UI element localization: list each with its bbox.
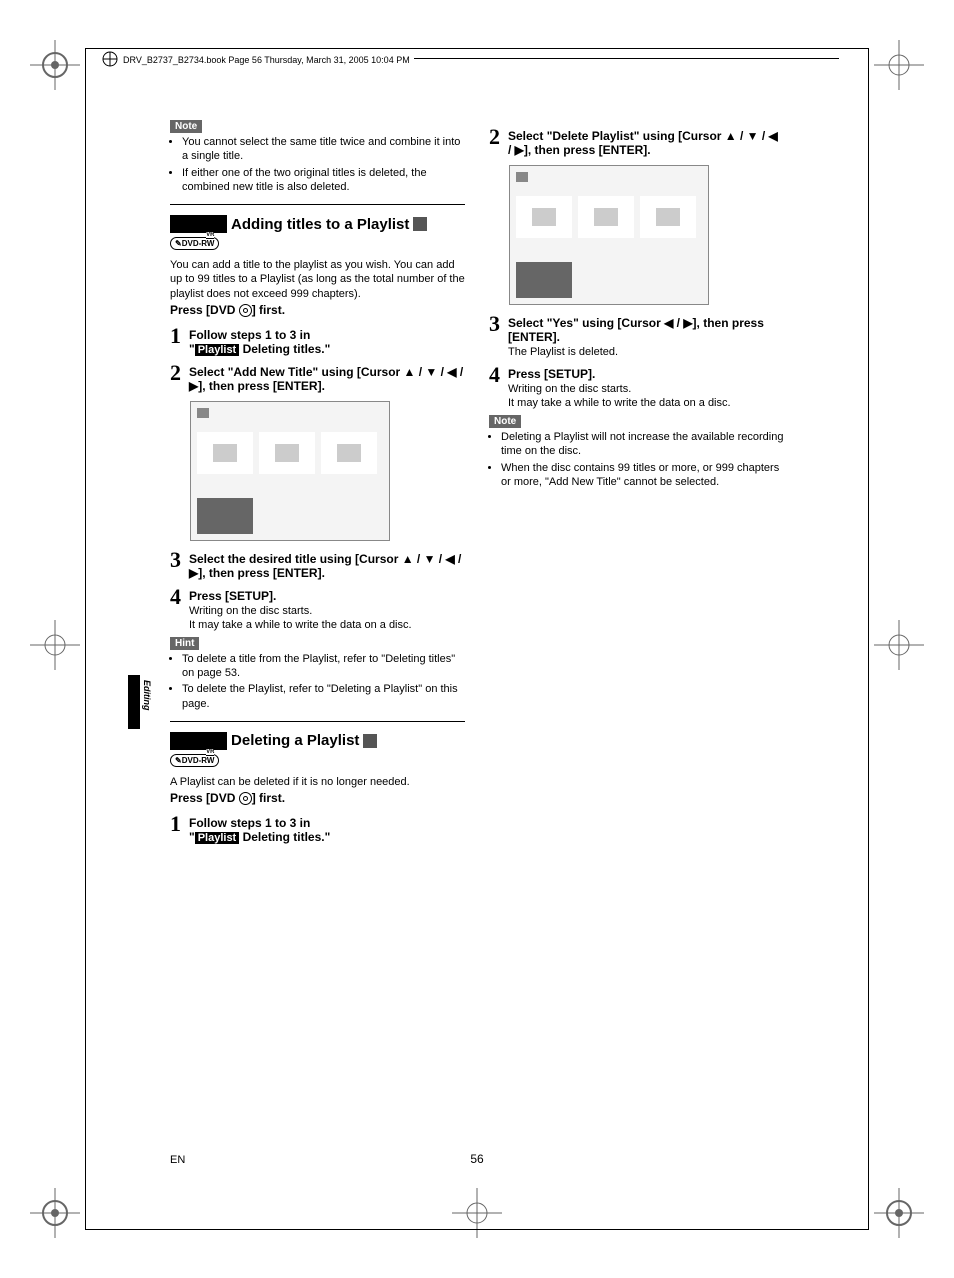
thumbnail	[321, 432, 377, 474]
note-list: You cannot select the same title twice a…	[170, 135, 465, 194]
book-icon	[101, 50, 119, 68]
vr-label: VR	[206, 749, 214, 756]
step-text: Select the desired title using [Cursor ▲…	[189, 549, 465, 580]
dvd-rw-text: DVD-RW	[182, 756, 215, 765]
crop-mark-icon	[874, 40, 924, 90]
divider	[170, 721, 465, 722]
step-subtext: Writing on the disc starts.	[508, 383, 784, 395]
side-tab-label: Editing	[142, 680, 152, 711]
step-text: Select "Add New Title" using [Cursor ▲ /…	[189, 362, 465, 393]
crop-mark-icon	[30, 40, 80, 90]
thumbnail-selected	[516, 262, 572, 298]
divider	[170, 204, 465, 205]
thumbnail	[516, 196, 572, 238]
disc-icon	[239, 304, 252, 317]
step-text: Follow steps 1 to 3 in	[189, 816, 310, 830]
step-number: 4	[170, 586, 181, 608]
section-title-deleting: Playlist Deleting a Playlist	[170, 732, 465, 750]
step-number: 2	[489, 126, 500, 148]
intro-text: A Playlist can be deleted if it is no lo…	[170, 775, 465, 789]
section-title-text: Deleting a Playlist	[231, 732, 359, 749]
hint-label: Hint	[170, 637, 199, 650]
step-number: 2	[170, 362, 181, 384]
step-number: 3	[489, 313, 500, 335]
dvd-rw-text: DVD-RW	[182, 239, 215, 248]
playlist-label: Playlist	[170, 215, 227, 233]
hint-item: To delete a title from the Playlist, ref…	[182, 652, 465, 681]
note-item: You cannot select the same title twice a…	[182, 135, 465, 164]
thumbnail	[578, 196, 634, 238]
hint-item: To delete the Playlist, refer to "Deleti…	[182, 682, 465, 711]
page-number: 56	[0, 1152, 954, 1166]
note-item: If either one of the two original titles…	[182, 166, 465, 195]
press-dvd-text: Press [DVD ] first.	[170, 791, 465, 807]
camera-icon	[516, 172, 528, 182]
step-2: 2 Select "Add New Title" using [Cursor ▲…	[170, 362, 465, 393]
step-4: 4 Press [SETUP]. Writing on the disc sta…	[170, 586, 465, 631]
note-item: Deleting a Playlist will not increase th…	[501, 430, 784, 459]
ui-screenshot	[509, 165, 709, 305]
playlist-label-inline: Playlist	[195, 344, 240, 356]
step-text: Select "Delete Playlist" using [Cursor ▲…	[508, 126, 784, 157]
intro-text: You can add a title to the playlist as y…	[170, 258, 465, 301]
step-subtext: The Playlist is deleted.	[508, 346, 784, 358]
ui-screenshot	[190, 401, 390, 541]
thumbnail	[259, 432, 315, 474]
crop-mark-icon	[874, 620, 924, 670]
pointer-icon	[413, 217, 427, 231]
note-item: When the disc contains 99 titles or more…	[501, 461, 784, 490]
step-3-r: 3 Select "Yes" using [Cursor ◀ / ▶], the…	[489, 313, 784, 358]
playlist-label-inline: Playlist	[195, 832, 240, 844]
step-text: Deleting titles."	[239, 342, 330, 356]
step-text: Follow steps 1 to 3 in	[189, 328, 310, 342]
step-3: 3 Select the desired title using [Cursor…	[170, 549, 465, 580]
step-2-r: 2 Select "Delete Playlist" using [Cursor…	[489, 126, 784, 157]
running-header-text: DRV_B2737_B2734.book Page 56 Thursday, M…	[119, 55, 414, 65]
thumbnail-selected	[197, 498, 253, 534]
dvd-rw-badge: VR ✎DVD-RW	[170, 237, 219, 250]
step-text: Select "Yes" using [Cursor ◀ / ▶], then …	[508, 316, 784, 344]
step-text: "	[189, 830, 195, 844]
dvd-rw-badge: VR ✎DVD-RW	[170, 754, 219, 767]
section-title-text: Adding titles to a Playlist	[231, 216, 409, 233]
crop-mark-icon	[30, 1188, 80, 1238]
press-dvd-text: Press [DVD ] first.	[170, 303, 465, 319]
playlist-label: Playlist	[170, 732, 227, 750]
step-text: Press [SETUP].	[508, 367, 784, 381]
step-number: 1	[170, 325, 181, 347]
thumbnail	[640, 196, 696, 238]
side-tab	[128, 675, 140, 729]
crop-mark-icon	[874, 1188, 924, 1238]
step-number: 1	[170, 813, 181, 835]
disc-icon	[239, 792, 252, 805]
step-1: 1 Follow steps 1 to 3 in "Playlist Delet…	[170, 325, 465, 356]
step-subtext: It may take a while to write the data on…	[189, 619, 465, 631]
step-4-r: 4 Press [SETUP]. Writing on the disc sta…	[489, 364, 784, 409]
step-text: Press [SETUP].	[189, 589, 465, 603]
note-label: Note	[489, 415, 521, 428]
step-number: 4	[489, 364, 500, 386]
note-label: Note	[170, 120, 202, 133]
step-1-b: 1 Follow steps 1 to 3 in "Playlist Delet…	[170, 813, 465, 844]
step-subtext: It may take a while to write the data on…	[508, 397, 784, 409]
step-text: "	[189, 342, 195, 356]
hint-list: To delete a title from the Playlist, ref…	[170, 652, 465, 711]
section-title-adding: Playlist Adding titles to a Playlist	[170, 215, 465, 233]
thumbnail	[197, 432, 253, 474]
vr-label: VR	[206, 232, 214, 239]
step-text: Deleting titles."	[239, 830, 330, 844]
pointer-icon	[363, 734, 377, 748]
camera-icon	[197, 408, 209, 418]
running-header: DRV_B2737_B2734.book Page 56 Thursday, M…	[115, 58, 839, 69]
step-subtext: Writing on the disc starts.	[189, 605, 465, 617]
note-list: Deleting a Playlist will not increase th…	[489, 430, 784, 489]
step-number: 3	[170, 549, 181, 571]
crop-mark-icon	[30, 620, 80, 670]
